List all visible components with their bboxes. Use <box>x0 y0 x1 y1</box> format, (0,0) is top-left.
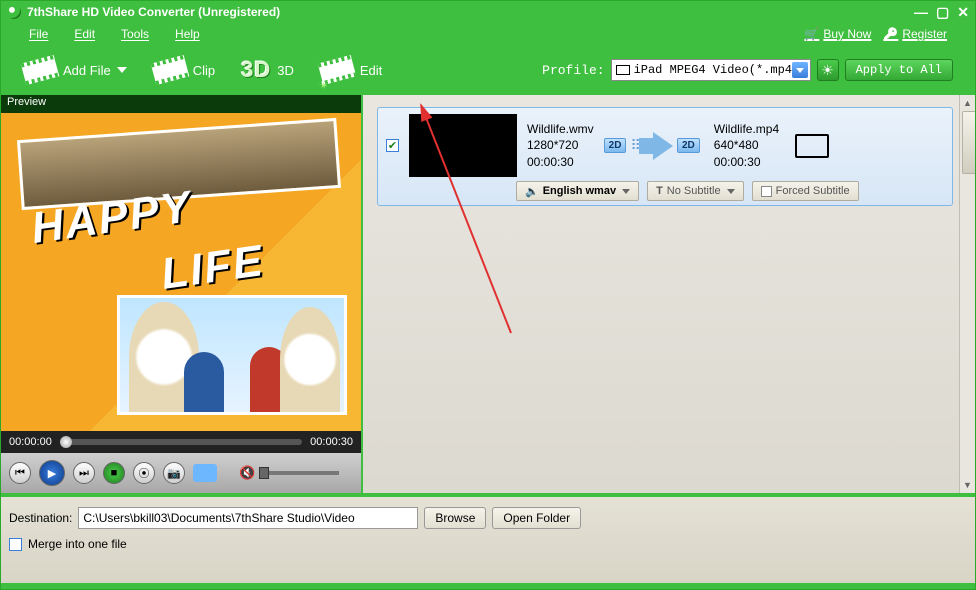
target-info: Wildlife.mp4 640*480 00:00:30 <box>714 121 779 170</box>
speaker-icon <box>525 185 539 198</box>
title-bar: 7thShare HD Video Converter (Unregistere… <box>1 1 975 23</box>
subtitle-select[interactable]: No Subtitle <box>647 181 744 201</box>
clip-button[interactable]: Clip <box>153 59 215 81</box>
timeline[interactable]: 00:00:00 00:00:30 <box>1 431 361 453</box>
time-total: 00:00:30 <box>310 436 353 448</box>
target-dur: 00:00:30 <box>714 154 779 170</box>
volume-track[interactable] <box>259 471 339 475</box>
menu-bar: File Edit Tools Help Buy Now Register <box>1 23 975 45</box>
scroll-up-button[interactable]: ▲ <box>960 95 975 111</box>
play-button[interactable]: ▶ <box>39 460 65 486</box>
snapshot-folder-button[interactable] <box>193 464 217 482</box>
3d-icon: 3D <box>241 57 271 83</box>
app-icon <box>7 5 21 19</box>
file-list-panel: ✔ Wildlife.wmv 1280*720 00:00:30 2D ⠿⠿ 2… <box>361 95 975 493</box>
step-button[interactable]: ⦿ <box>133 462 155 484</box>
source-info: Wildlife.wmv 1280*720 00:00:30 <box>527 121 594 170</box>
chevron-down-icon <box>622 189 630 194</box>
window-title: 7thShare HD Video Converter (Unregistere… <box>27 5 280 19</box>
destination-input[interactable] <box>78 507 418 529</box>
merge-checkbox[interactable] <box>9 538 22 551</box>
destination-label: Destination: <box>9 511 72 525</box>
film-clip-icon <box>150 55 189 85</box>
player-controls: ⏮ ▶ ⏭ ■ ⦿ 📷 <box>1 453 361 493</box>
source-dur: 00:00:30 <box>527 154 594 170</box>
buy-now-link[interactable]: Buy Now <box>804 27 871 41</box>
file-checkbox[interactable]: ✔ <box>386 139 399 152</box>
scroll-down-button[interactable]: ▼ <box>960 477 975 493</box>
chevron-down-icon <box>117 67 127 73</box>
register-link[interactable]: Register <box>883 27 947 41</box>
snapshot-button[interactable]: 📷 <box>163 462 185 484</box>
forced-subtitle-checkbox[interactable] <box>761 186 772 197</box>
open-folder-button[interactable]: Open Folder <box>492 507 581 529</box>
seek-knob[interactable] <box>60 436 72 448</box>
profile-label: Profile: <box>542 63 604 78</box>
edit-button[interactable]: Edit <box>320 59 382 81</box>
profile-select[interactable]: iPad MPEG4 Video(*.mp4) <box>611 59 811 81</box>
preview-title: Preview <box>1 95 361 113</box>
conversion-arrow: 2D ⠿⠿ 2D <box>604 132 700 160</box>
add-file-button[interactable]: Add File <box>23 59 127 81</box>
prev-button[interactable]: ⏮ <box>9 462 31 484</box>
film-edit-icon <box>318 55 357 85</box>
menu-help[interactable]: Help <box>175 27 200 41</box>
stop-button[interactable]: ■ <box>103 462 125 484</box>
device-icon <box>795 134 829 158</box>
scroll-thumb[interactable] <box>962 111 975 174</box>
target-res: 640*480 <box>714 137 779 153</box>
maximize-button[interactable]: ▢ <box>936 4 949 21</box>
audio-track-select[interactable]: English wmav <box>516 181 639 201</box>
arrow-right-icon <box>653 132 673 160</box>
target-2d-badge: 2D <box>677 138 700 153</box>
source-2d-badge: 2D <box>604 138 627 153</box>
preview-text-life: LIFE <box>158 236 267 300</box>
forced-subtitle-toggle[interactable]: Forced Subtitle <box>752 181 859 201</box>
seek-track[interactable] <box>60 439 302 445</box>
minimize-button[interactable]: — <box>914 4 928 21</box>
source-name: Wildlife.wmv <box>527 121 594 137</box>
subtitle-icon <box>656 185 663 197</box>
menu-edit[interactable]: Edit <box>74 27 95 41</box>
cart-icon <box>804 27 819 41</box>
settings-button[interactable] <box>817 59 839 81</box>
bottom-bar: Destination: Browse Open Folder Merge in… <box>1 493 975 589</box>
scrollbar[interactable]: ▲ ▼ <box>959 95 975 493</box>
target-name: Wildlife.mp4 <box>714 121 779 137</box>
preview-panel: Preview HAPPY LIFE 00:00:00 00:00:30 ⏮ ▶… <box>1 95 361 493</box>
apply-to-all-button[interactable]: Apply to All <box>845 59 953 81</box>
merge-label: Merge into one file <box>28 537 127 551</box>
mute-icon[interactable] <box>239 464 255 482</box>
next-button[interactable]: ⏭ <box>73 462 95 484</box>
browse-button[interactable]: Browse <box>424 507 486 529</box>
file-item[interactable]: ✔ Wildlife.wmv 1280*720 00:00:30 2D ⠿⠿ 2… <box>377 107 953 206</box>
file-thumbnail <box>409 114 517 177</box>
chevron-down-icon <box>727 189 735 194</box>
toolbar: Add File Clip 3D 3D Edit Profile: iPad M… <box>1 45 975 95</box>
3d-button[interactable]: 3D 3D <box>241 57 294 83</box>
time-current: 00:00:00 <box>9 436 52 448</box>
preview-photo-bottom <box>117 295 347 415</box>
film-icon <box>21 55 60 85</box>
close-button[interactable]: ✕ <box>957 4 969 21</box>
menu-tools[interactable]: Tools <box>121 27 149 41</box>
menu-file[interactable]: File <box>29 27 48 41</box>
chevron-down-icon <box>792 62 808 78</box>
volume-knob[interactable] <box>259 467 269 479</box>
device-icon <box>616 65 630 75</box>
preview-canvas: HAPPY LIFE <box>1 113 361 431</box>
key-icon <box>883 27 898 41</box>
source-res: 1280*720 <box>527 137 594 153</box>
